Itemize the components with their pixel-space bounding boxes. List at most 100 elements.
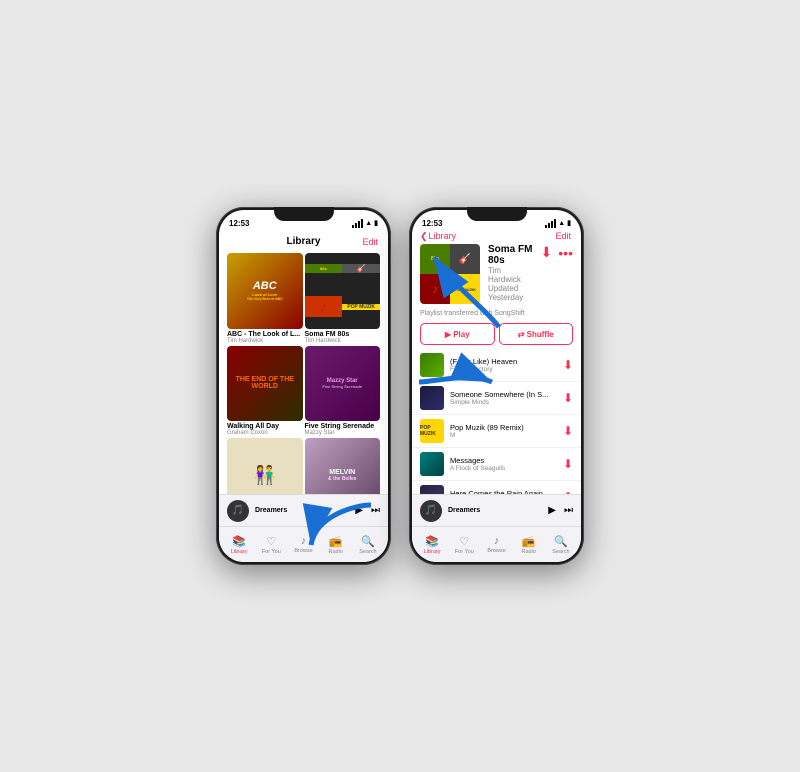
album-artist-five: Mazzy Star [305,430,381,436]
tab-library-right[interactable]: 📚 Library [416,535,448,555]
next-btn-left[interactable]: ⏭ [371,505,380,516]
tab-browse-left[interactable]: ♪ Browse [287,535,319,554]
track-art-1 [420,353,444,377]
heart-icon-right: ♡ [459,535,469,548]
nav-bar-left: Library Edit [219,232,388,249]
tab-browse-right[interactable]: ♪ Browse [480,535,512,554]
playlist-actions: ⬇ ••• [541,244,573,261]
back-label: Library [429,231,457,241]
album-item-abc[interactable]: ABC Look of Love The Very Best of ABC AB… [227,253,303,344]
now-playing-art-left: 🎵 [227,500,249,522]
tab-library-label-right: Library [424,549,441,555]
track-item-4[interactable]: Messages A Flock of Seagulls ⬇ [412,448,581,481]
signal-bar-2 [355,223,357,228]
tab-browse-label-right: Browse [487,548,505,554]
album-title-five: Five String Serenade [305,423,381,430]
next-btn-right[interactable]: ⏭ [564,505,573,516]
tab-radio-left[interactable]: 📻 Radio [320,535,352,555]
playback-controls-left: ▶ ⏭ [355,505,380,516]
track-info-4: Messages A Flock of Seagulls [450,456,557,472]
track-artist-4: A Flock of Seagulls [450,465,557,472]
track-download-3[interactable]: ⬇ [563,424,573,438]
shuffle-button[interactable]: ⇄ Shuffle [499,323,574,345]
back-button[interactable]: ❮ Library [420,231,456,242]
tab-foryou-right[interactable]: ♡ For You [448,535,480,555]
track-artist-2: Simple Minds [450,399,557,406]
nav-edit-right[interactable]: Edit [555,231,571,241]
signal-bar-r3 [551,221,553,228]
tab-search-left[interactable]: 🔍 Search [352,535,384,555]
track-item-3[interactable]: POP MUZIK Pop Muzik (89 Remix) M ⬇ [412,415,581,448]
track-artist-3: M [450,432,557,439]
playlist-header: 80s 🎸 ♪ POP MUZIK Soma FM 80s Tim Hardwi… [412,238,581,308]
track-download-2[interactable]: ⬇ [563,391,573,405]
now-playing-art-right: 🎵 [420,500,442,522]
download-icon[interactable]: ⬇ [541,244,553,261]
nav-title-left: Library [287,236,321,247]
album-art-melvin: MELVIN & the Belles [305,438,381,494]
tab-library-left[interactable]: 📚 Library [223,535,255,555]
track-list: (Feels Like) Heaven Fiction Factory ⬇ So… [412,349,581,494]
play-btn-left[interactable]: ▶ [355,505,363,516]
track-item-1[interactable]: (Feels Like) Heaven Fiction Factory ⬇ [412,349,581,382]
album-art-soma: 80s 🎸 ♪ POP MUZIK [305,253,381,329]
more-icon[interactable]: ••• [558,245,573,261]
search-icon-right: 🔍 [554,535,568,548]
album-item-walking[interactable]: THE END OF THE WORLD Walking All Day Gra… [227,346,303,437]
tab-radio-right[interactable]: 📻 Radio [513,535,545,555]
tab-radio-label-right: Radio [522,549,536,555]
playlist-art-q3: ♪ [420,274,450,304]
album-item-solitaires[interactable]: 👫 Solitaires [227,438,303,494]
right-phone: 12:53 ▲ ▮ ❮ Library [409,207,584,565]
now-playing-title-left: Dreamers [255,507,349,514]
tab-search-label-left: Search [359,549,376,555]
track-title-2: Someone Somewhere (In S... [450,390,557,399]
tab-search-right[interactable]: 🔍 Search [545,535,577,555]
tab-foryou-label-right: For You [455,549,474,555]
battery-icon: ▮ [374,219,378,227]
now-playing-bar-left[interactable]: 🎵 Dreamers ▶ ⏭ [219,494,388,526]
album-item-five[interactable]: Mazzy Star Five String Serenade Five Str… [305,346,381,437]
album-artist-abc: Tim Hardwick [227,338,303,344]
album-grid: ABC Look of Love The Very Best of ABC AB… [219,249,388,494]
now-playing-bar-right[interactable]: 🎵 Dreamers ▶ ⏭ [412,494,581,526]
album-title-soma: Soma FM 80s [305,331,381,338]
playlist-info: Soma FM 80s Tim Hardwick Updated Yesterd… [488,244,533,302]
track-download-1[interactable]: ⬇ [563,358,573,372]
library-icon-right: 📚 [425,535,439,548]
album-artist-soma: Tim Hardwick [305,338,381,344]
nav-edit-left[interactable]: Edit [362,237,378,247]
time-right: 12:53 [422,219,442,228]
album-item-melvin[interactable]: MELVIN & the Belles MELVIN & the Belles [305,438,381,494]
status-icons-right: ▲ ▮ [545,219,571,228]
playlist-meta: Playlist transferred with SongShift [412,308,581,319]
track-artist-1: Fiction Factory [450,366,557,373]
play-shuffle-row: ▶ Play ⇄ Shuffle [412,319,581,349]
track-item-2[interactable]: Someone Somewhere (In S... Simple Minds … [412,382,581,415]
album-art-five: Mazzy Star Five String Serenade [305,346,381,422]
album-title-walking: Walking All Day [227,423,303,430]
tab-bar-left: 📚 Library ♡ For You ♪ Browse 📻 Radio 🔍 [219,526,388,562]
track-item-5[interactable]: Here Comes the Rain Again... Eurythmics … [412,481,581,494]
album-item-soma[interactable]: 80s 🎸 ♪ POP MUZIK Soma [305,253,381,344]
track-info-2: Someone Somewhere (In S... Simple Minds [450,390,557,406]
play-button[interactable]: ▶ Play [420,323,495,345]
radio-icon: 📻 [329,535,343,548]
track-download-4[interactable]: ⬇ [563,457,573,471]
wifi-icon: ▲ [365,220,372,227]
signal-bar-r1 [545,225,547,228]
track-info-1: (Feels Like) Heaven Fiction Factory [450,357,557,373]
album-art-abc: ABC Look of Love The Very Best of ABC [227,253,303,329]
track-info-3: Pop Muzik (89 Remix) M [450,423,557,439]
tab-browse-label-left: Browse [294,548,312,554]
signal-bar-r4 [554,219,556,228]
signal-icon-right [545,219,556,228]
playlist-art: 80s 🎸 ♪ POP MUZIK [420,244,480,304]
status-icons-left: ▲ ▮ [352,219,378,228]
playlist-title: Soma FM 80s [488,244,533,266]
notch-right [467,207,527,221]
wifi-icon-right: ▲ [558,220,565,227]
tab-foryou-left[interactable]: ♡ For You [255,535,287,555]
music-note-icon: ♪ [301,535,307,547]
play-btn-right[interactable]: ▶ [548,505,556,516]
